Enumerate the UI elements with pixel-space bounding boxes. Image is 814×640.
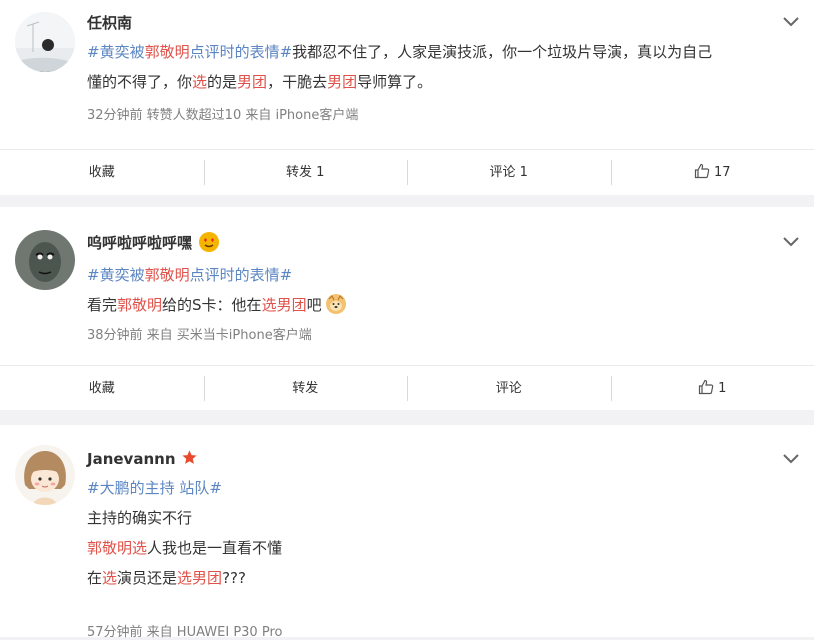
action-bar: 收藏 转发 1 评论 1 17 bbox=[0, 149, 814, 195]
text-segment: 我都忍不住了，人家是演技派，你一个垃圾片导演，真以为自己 bbox=[292, 43, 712, 61]
username[interactable]: Janevannn bbox=[87, 449, 198, 468]
collect-button[interactable]: 收藏 bbox=[0, 150, 204, 195]
topic-tag-text[interactable]: #黄奕被 bbox=[87, 266, 145, 284]
username[interactable]: 呜呼啦呼啦呼嘿 bbox=[87, 232, 219, 253]
text-segment: 看完 bbox=[87, 296, 117, 314]
like-button[interactable]: 1 bbox=[611, 366, 814, 411]
username[interactable]: 任枳南 bbox=[87, 12, 132, 33]
post-meta: 57分钟前 来自 HUAWEI P30 Pro bbox=[87, 621, 282, 640]
highlight-text: 郭敬明选 bbox=[87, 539, 147, 557]
post-meta: 38分钟前 来自 买米当卡iPhone客户端 bbox=[87, 324, 312, 343]
text-line: 郭敬明选人我也是一直看不懂 bbox=[87, 533, 282, 563]
comment-button[interactable]: 评论 bbox=[407, 366, 611, 411]
comment-button[interactable]: 评论 1 bbox=[407, 150, 611, 195]
post-card: Janevannn #大鹏的主持 站队# 主持的确实不行 郭敬明选人我也是一直看… bbox=[0, 425, 814, 637]
highlight-text: 选男团 bbox=[262, 296, 307, 314]
highlight-text: 选 bbox=[102, 569, 117, 587]
highlight-text: 郭敬明 bbox=[145, 43, 190, 61]
doge-emoji-icon bbox=[326, 294, 346, 314]
topic-tag-text[interactable]: #黄奕被 bbox=[87, 43, 145, 61]
text-segment: 吧 bbox=[307, 296, 322, 314]
post-card: 呜呼啦呼啦呼嘿 #黄奕被郭敬明点评时的表情# 看完郭敬明给的S卡：他在选男团吧 bbox=[0, 207, 814, 410]
text-line: #大鹏的主持 站队# bbox=[87, 473, 282, 503]
post-text: #黄奕被郭敬明点评时的表情# 看完郭敬明给的S卡：他在选男团吧 bbox=[87, 260, 346, 320]
text-segment: 人我也是一直看不懂 bbox=[147, 539, 282, 557]
post-text: #大鹏的主持 站队# 主持的确实不行 郭敬明选人我也是一直看不懂 在选演员还是选… bbox=[87, 473, 282, 593]
text-segment: ??? bbox=[222, 569, 246, 587]
text-line: #黄奕被郭敬明点评时的表情# bbox=[87, 260, 346, 290]
chevron-down-icon[interactable] bbox=[782, 453, 800, 465]
highlight-text: 郭敬明 bbox=[117, 296, 162, 314]
chevron-down-icon[interactable] bbox=[782, 236, 800, 248]
avatar[interactable] bbox=[15, 230, 75, 290]
thumbs-up-icon bbox=[694, 163, 710, 179]
star-badge-icon bbox=[181, 449, 198, 466]
text-segment: 演员还是 bbox=[117, 569, 177, 587]
repost-button[interactable]: 转发 bbox=[204, 366, 408, 411]
topic-tag-text[interactable]: #大鹏的主持 站队# bbox=[87, 479, 222, 497]
text-segment: 主持的确实不行 bbox=[87, 509, 192, 527]
like-button[interactable]: 17 bbox=[611, 150, 814, 195]
avatar[interactable] bbox=[15, 445, 75, 505]
text-segment: 懂的不得了，你 bbox=[87, 73, 192, 91]
highlight-text: 男团 bbox=[327, 73, 357, 91]
text-segment: 的是 bbox=[207, 73, 237, 91]
text-segment: ，干脆去 bbox=[267, 73, 327, 91]
text-segment: 导师算了。 bbox=[357, 73, 432, 91]
highlight-text: 选 bbox=[192, 73, 207, 91]
topic-tag-text[interactable]: 点评时的表情# bbox=[190, 43, 293, 61]
chevron-down-icon[interactable] bbox=[782, 16, 800, 28]
post-card: 任枳南 #黄奕被郭敬明点评时的表情#我都忍不住了，人家是演技派，你一个垃圾片导演… bbox=[0, 0, 814, 195]
highlight-text: 男团 bbox=[237, 73, 267, 91]
post-text: #黄奕被郭敬明点评时的表情#我都忍不住了，人家是演技派，你一个垃圾片导演，真以为… bbox=[87, 37, 797, 97]
action-bar: 收藏 转发 评论 1 bbox=[0, 365, 814, 411]
thumbs-up-icon bbox=[698, 379, 714, 395]
heart-eyes-emoji-icon bbox=[199, 232, 219, 252]
highlight-text: 选男团 bbox=[177, 569, 222, 587]
text-line: 看完郭敬明给的S卡：他在选男团吧 bbox=[87, 290, 346, 320]
text-line: 懂的不得了，你选的是男团，干脆去男团导师算了。 bbox=[87, 67, 797, 97]
text-segment: 给的S卡：他在 bbox=[162, 296, 262, 314]
repost-button[interactable]: 转发 1 bbox=[204, 150, 408, 195]
text-segment: 在 bbox=[87, 569, 102, 587]
topic-tag-text[interactable]: 点评时的表情# bbox=[190, 266, 293, 284]
text-line: #黄奕被郭敬明点评时的表情#我都忍不住了，人家是演技派，你一个垃圾片导演，真以为… bbox=[87, 37, 797, 67]
highlight-text: 郭敬明 bbox=[145, 266, 190, 284]
avatar[interactable] bbox=[15, 12, 75, 72]
post-meta: 32分钟前 转赞人数超过10 来自 iPhone客户端 bbox=[87, 104, 358, 123]
text-line: 主持的确实不行 bbox=[87, 503, 282, 533]
collect-button[interactable]: 收藏 bbox=[0, 366, 204, 411]
text-line: 在选演员还是选男团??? bbox=[87, 563, 282, 593]
